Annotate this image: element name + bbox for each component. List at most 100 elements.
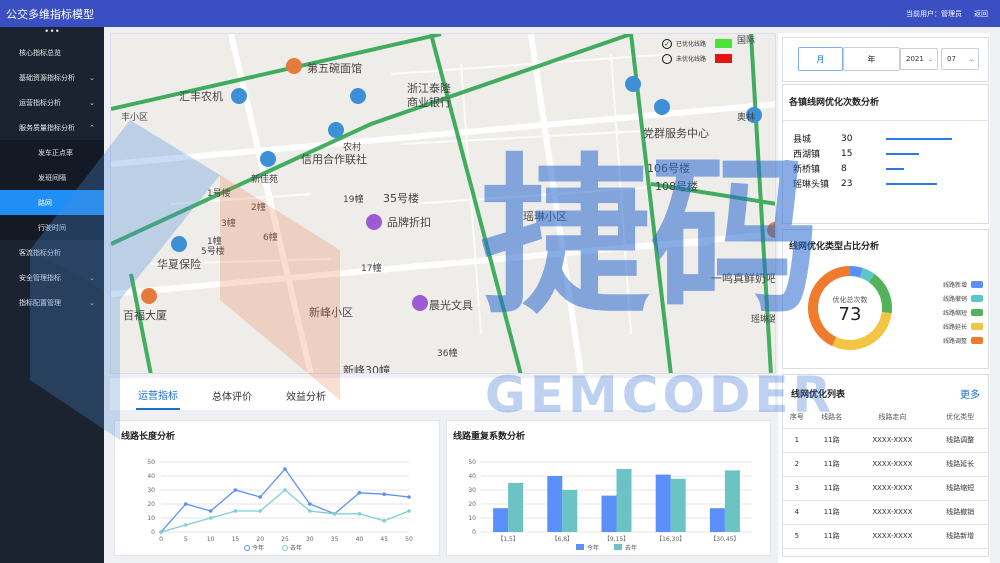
legend-unoptimized[interactable]: 未优化线路 <box>662 51 733 66</box>
data-point <box>407 509 411 513</box>
y-tick-label: 30 <box>468 487 476 494</box>
x-tick-label: 25 <box>281 536 289 543</box>
town-row: 西湖镇 15 <box>783 146 988 161</box>
data-point <box>382 492 387 496</box>
table-header: 线路走向 <box>852 407 933 429</box>
donut-center-value: 73 <box>839 304 862 325</box>
year-select[interactable]: 2021 ⌄ <box>900 48 938 70</box>
map-label: 新峰小区 <box>309 305 353 319</box>
y-tick-label: 10 <box>468 515 476 522</box>
donut-slice <box>849 266 863 278</box>
sidebar-item-4[interactable]: 发车正点率 <box>0 140 104 165</box>
sidebar-item-3[interactable]: 服务质量指标分析 ⌃ <box>0 115 104 140</box>
donut-slice <box>868 274 892 314</box>
map-label: 第五碗面馆 <box>307 61 362 75</box>
sidebar-item-label: 行驶时间 <box>38 223 66 232</box>
table-cell: XXXX-XXXX <box>852 428 933 453</box>
optimization-table: 序号 线路名 线路走向 优化类型 1 11路 XXXX-XXXX 线路调整 2 11路 XXXX-… <box>783 407 988 549</box>
sidebar-item-10[interactable]: 指标配置管理 ⌄ <box>0 290 104 315</box>
line-length-card: 线路长度分析 0 10 20 30 40 50 0 5 10 15 20 25 30 35 40 45 50 今年… <box>114 420 440 556</box>
table-header: 线路名 <box>810 407 853 429</box>
table-row[interactable]: 1 11路 XXXX-XXXX 线路调整 <box>783 428 988 453</box>
donut-legend-swatch <box>971 323 983 330</box>
table-cell: 11路 <box>810 524 853 549</box>
map-label: 19幢 <box>343 193 363 205</box>
x-tick-label: 5 <box>184 536 188 543</box>
map-label: 品牌折扣 <box>387 215 431 229</box>
bar <box>547 476 563 532</box>
bar <box>709 508 725 532</box>
sidebar-collapse-toggle[interactable]: ••• <box>0 27 104 40</box>
tab-operations[interactable]: 运营指标 <box>136 380 180 410</box>
table-row[interactable]: 4 11路 XXXX-XXXX 线路撤销 <box>783 500 988 525</box>
bar <box>724 470 740 532</box>
sidebar-item-label: 服务质量指标分析 <box>19 123 75 132</box>
y-tick-label: 30 <box>147 487 155 494</box>
data-point <box>283 488 287 492</box>
town-row: 县城 30 <box>783 131 988 146</box>
sidebar-item-label: 运营指标分析 <box>19 98 61 107</box>
month-value: 07 <box>947 55 956 63</box>
tab-overall-eval[interactable]: 总体评价 <box>210 380 254 410</box>
map-label: 党群服务中心 <box>643 126 709 140</box>
y-tick-label: 40 <box>147 473 155 480</box>
month-button[interactable]: 月 <box>798 47 843 71</box>
current-user: 当前用户：管理员 <box>906 9 962 18</box>
map-legend: ✓ 已优化线路 未优化线路 <box>662 36 733 66</box>
map-canvas[interactable]: 第五碗面馆浙江泰隆商业银行 汇丰农机丰小区农村信用合作联社新佳苑 1号楼 2幢 3幢 1幢… <box>111 34 776 374</box>
sidebar-item-7[interactable]: 行驶时间 <box>0 215 104 240</box>
chevron-down-icon: ⌄ <box>89 98 95 107</box>
table-row[interactable]: 3 11路 XXXX-XXXX 线路缩短 <box>783 476 988 501</box>
town-count-bar <box>886 152 919 155</box>
sidebar-item-label: 核心指标总览 <box>19 48 61 57</box>
month-select[interactable]: 07 ⌄ <box>941 48 979 70</box>
table-row[interactable]: 2 11路 XXXX-XXXX 线路延长 <box>783 452 988 477</box>
back-link[interactable]: 返回 <box>974 9 988 19</box>
chart-title: 线路长度分析 <box>121 432 176 442</box>
table-row[interactable]: 5 11路 XXXX-XXXX 线路新增 <box>783 524 988 549</box>
donut-legend-swatch <box>971 337 983 344</box>
map-label: 3幢 <box>221 217 236 229</box>
sidebar-item-6[interactable]: 路网 <box>0 190 104 215</box>
town-count: 8 <box>841 163 847 174</box>
sidebar-item-5[interactable]: 发班间隔 <box>0 165 104 190</box>
year-button[interactable]: 年 <box>843 47 900 71</box>
data-point <box>258 509 262 513</box>
card-title: 各镇线网优化次数分析 <box>789 98 880 108</box>
donut-legend-label: 线路新增 <box>943 281 967 289</box>
data-point <box>184 523 188 527</box>
donut-card: 线网优化类型占比分析 优化总次数 73 线路新增 线路撤销 线路缩短 线路延长 线路调整 <box>782 229 989 369</box>
table-cell: 3 <box>783 476 811 501</box>
more-link[interactable]: 更多 <box>960 386 980 401</box>
x-tick-label: 10 <box>207 536 215 543</box>
bar <box>670 478 686 532</box>
table-cell: 线路新增 <box>932 524 988 549</box>
map-label: 6幢 <box>263 231 278 243</box>
sidebar-item-label: 基础资源指标分析 <box>19 73 75 82</box>
y-tick-label: 10 <box>147 515 155 522</box>
town-count-bar <box>886 167 904 170</box>
sidebar-item-8[interactable]: 客流指标分析 <box>0 240 104 265</box>
table-cell: 线路缩短 <box>932 476 988 501</box>
chevron-down-icon: ⌄ <box>89 73 95 82</box>
map-view[interactable]: 第五碗面馆 浙江泰隆 商业银行 汇丰农机 丰小区 农村 信用合作联社 新佳苑 1号楼 2幢 3幢 1幢… <box>110 33 776 374</box>
data-point <box>208 509 213 513</box>
legend-marker <box>244 545 250 551</box>
legend-optimized[interactable]: ✓ 已优化线路 <box>662 36 733 51</box>
table-cell: 11路 <box>810 452 853 477</box>
sidebar-item-0[interactable]: 核心指标总览 <box>0 40 104 65</box>
map-label: 百福大厦 <box>123 308 167 322</box>
town-row: 新桥镇 8 <box>783 161 988 176</box>
sidebar-item-9[interactable]: 安全管理指标 ⌄ <box>0 265 104 290</box>
sidebar-item-2[interactable]: 运营指标分析 ⌄ <box>0 90 104 115</box>
tab-benefit[interactable]: 效益分析 <box>284 380 328 410</box>
top-bar: 公交多维指标模型 当前用户：管理员 返回 <box>0 0 1000 27</box>
year-value: 2021 <box>906 55 924 63</box>
legend-label: 去年 <box>625 544 637 552</box>
data-point <box>233 488 238 492</box>
x-tick-label: 0 <box>159 536 163 543</box>
chart-title: 线路重复系数分析 <box>453 432 526 442</box>
map-label: 1号楼 <box>207 187 231 199</box>
sidebar-item-1[interactable]: 基础资源指标分析 ⌄ <box>0 65 104 90</box>
legend-label: 去年 <box>290 544 302 552</box>
